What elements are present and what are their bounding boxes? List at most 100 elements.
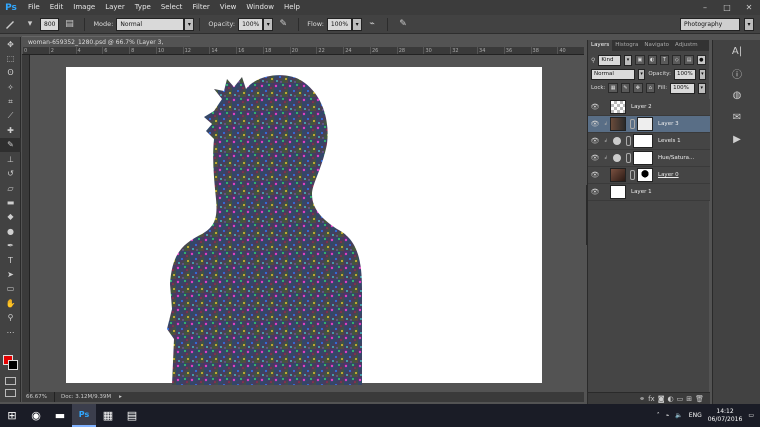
layer-opacity-field[interactable]: 100% [673,68,696,80]
tab-adjustments[interactable]: Adjustm [672,40,701,51]
pressure-opacity-icon[interactable]: ✎ [276,17,290,31]
document-canvas[interactable] [66,67,542,385]
document-size-info[interactable]: Doc: 3.12M/9.39M [55,392,111,402]
workspace-select[interactable]: Photography [680,17,740,31]
screen-mode-icon[interactable] [5,389,16,397]
layer-row[interactable]: 👁 Layer 2 [588,99,710,116]
add-mask-icon[interactable]: ◙ [658,395,665,403]
actions-panel-icon[interactable]: ▶ [713,128,760,150]
tray-up-arrow-icon[interactable]: ˄ [657,412,660,419]
mode-dropdown-icon[interactable]: ▾ [184,17,195,31]
character-panel-icon[interactable]: A| [713,40,760,62]
menu-filter[interactable]: Filter [187,0,214,15]
minimize-button[interactable]: – [694,0,716,15]
filter-smart-object-icon[interactable]: ▤ [684,55,694,65]
network-icon[interactable]: ⌁ [666,412,670,419]
menu-help[interactable]: Help [279,0,305,15]
delete-layer-icon[interactable]: 🗑 [695,395,704,403]
notifications-icon[interactable]: ▭ [748,412,754,419]
brush-panel-icon[interactable]: ▤ [62,17,76,31]
filter-type-icon[interactable]: T [659,55,670,65]
visibility-eye-icon[interactable]: 👁 [588,103,602,111]
menu-file[interactable]: File [23,0,45,15]
workspace-dropdown-icon[interactable]: ▾ [744,17,754,31]
lock-pixels-icon[interactable]: ✎ [620,83,631,93]
pen-tool-icon[interactable]: ✒ [0,238,21,252]
document-tab[interactable]: woman-659352_1280.psd @ 66.7% (Layer 3, … [22,36,190,57]
link-layers-icon[interactable]: ⚭ [639,395,645,403]
zoom-tool-icon[interactable]: ⚲ [0,310,21,324]
close-button[interactable]: ✕ [738,0,760,15]
visibility-eye-icon[interactable]: 👁 [588,137,602,145]
windows-start-icon[interactable]: ⊞ [0,404,24,427]
healing-brush-tool-icon[interactable]: ✚ [0,123,21,137]
layer-row[interactable]: 👁 Layer 0 [588,167,710,184]
filter-pixel-icon[interactable]: ▣ [635,55,645,65]
brush-tool-icon[interactable]: ✎ [0,137,21,153]
layer-opacity-dropdown-icon[interactable]: ▾ [698,68,707,80]
flow-field[interactable]: 100% [326,17,353,31]
layer-row[interactable]: 👁 ↲ Layer 3 [588,116,710,133]
info-panel-icon[interactable]: ⓘ [713,62,760,84]
layer-row[interactable]: 👁 ↲ Levels 1 [588,133,710,150]
airbrush-icon[interactable]: ⌁ [365,17,379,31]
menu-view[interactable]: View [215,0,242,15]
new-adjustment-icon[interactable]: ◐ [668,395,674,403]
mask-link-icon[interactable] [626,136,631,146]
eyedropper-tool-icon[interactable]: ⟋ [0,109,21,123]
tab-navigator[interactable]: Navigato [641,40,672,51]
eraser-tool-icon[interactable]: ▱ [0,181,21,195]
filter-shape-icon[interactable]: ◇ [672,55,682,65]
lasso-tool-icon[interactable]: ʘ [0,66,21,80]
path-select-tool-icon[interactable]: ➤ [0,267,21,281]
brush-size-field[interactable]: 800 [40,17,60,31]
fill-dropdown-icon[interactable]: ▾ [697,82,706,94]
blend-mode-dropdown-icon[interactable]: ▾ [638,68,646,80]
fill-field[interactable]: 100% [670,82,695,94]
zoom-level[interactable]: 66.67% [22,392,55,402]
visibility-eye-icon[interactable]: 👁 [588,120,602,128]
hand-tool-icon[interactable]: ✋ [0,296,21,310]
mask-link-icon[interactable] [626,153,631,163]
flow-dropdown-icon[interactable]: ▾ [352,17,363,31]
mode-select[interactable]: Normal [116,17,185,31]
gradient-tool-icon[interactable]: ▬ [0,195,21,209]
calculator-icon[interactable]: ▦ [96,404,120,427]
tab-histogram[interactable]: Histogra [612,40,641,51]
mask-link-icon[interactable] [630,119,635,129]
lock-position-icon[interactable]: ✥ [633,83,643,93]
filter-kind-dropdown-icon[interactable]: ▾ [623,54,633,66]
mask-link-icon[interactable] [630,170,635,180]
filter-toggle-icon[interactable]: ● [696,55,706,65]
file-explorer-icon[interactable]: ▬ [48,404,72,427]
background-color-swatch[interactable] [8,360,18,370]
lock-transparent-icon[interactable]: ▦ [608,83,618,93]
new-layer-icon[interactable]: ⊞ [686,395,692,403]
blur-tool-icon[interactable]: ◆ [0,210,21,224]
status-menu-arrow-icon[interactable]: ▸ [119,392,122,402]
blend-mode-select[interactable]: Normal [591,68,636,80]
volume-icon[interactable]: 🔈 [675,412,682,419]
dodge-tool-icon[interactable]: ● [0,224,21,238]
crop-tool-icon[interactable]: ⌗ [0,95,21,109]
quick-select-tool-icon[interactable]: ✧ [0,80,21,94]
layer-row[interactable]: 👁 Layer 1 [588,184,710,201]
maximize-button[interactable]: □ [716,0,738,15]
pressure-size-icon[interactable]: ✎ [396,17,410,31]
marquee-tool-icon[interactable]: ⬚ [0,51,21,65]
language-indicator[interactable]: ENG [689,412,702,419]
lock-all-icon[interactable]: ⌂ [645,83,655,93]
visibility-eye-icon[interactable]: 👁 [588,171,602,179]
opacity-field[interactable]: 100% [238,17,264,31]
notes-panel-icon[interactable]: ✉ [713,106,760,128]
channels-panel-icon[interactable]: ◍ [713,84,760,106]
menu-window[interactable]: Window [241,0,279,15]
tool-preset-dropdown-icon[interactable]: ▾ [23,17,37,31]
quick-mask-icon[interactable] [5,377,16,385]
visibility-eye-icon[interactable]: 👁 [588,154,602,162]
menu-edit[interactable]: Edit [45,0,69,15]
history-brush-tool-icon[interactable]: ↺ [0,167,21,181]
menu-image[interactable]: Image [68,0,100,15]
brush-tool-icon[interactable] [3,17,17,31]
tab-layers[interactable]: Layers [588,40,613,51]
